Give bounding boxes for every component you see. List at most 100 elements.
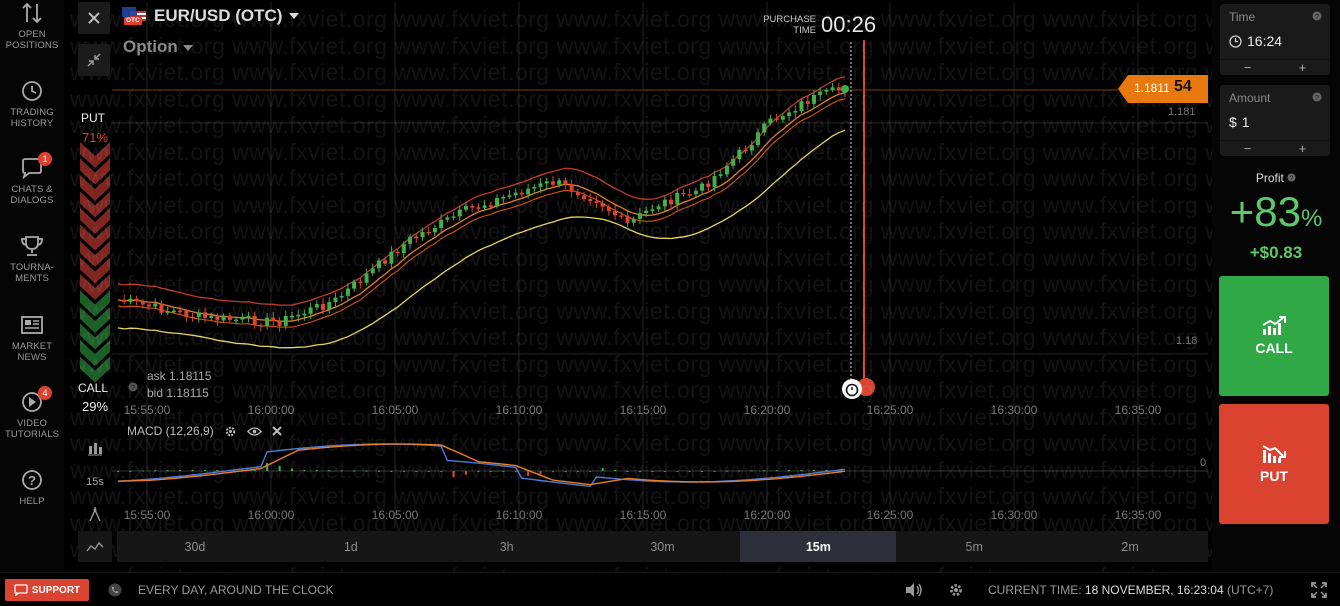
close-icon[interactable] (271, 426, 282, 436)
nav-label: VIDEO TUTORIALS (4, 418, 60, 440)
candle-body (774, 118, 779, 120)
timeframe-5m[interactable]: 5m (896, 531, 1052, 562)
expiry-markers (841, 40, 875, 399)
amount-increase-button[interactable]: + (1275, 141, 1330, 156)
timeframe-30d[interactable]: 30d (117, 531, 273, 562)
candle-body (308, 307, 313, 314)
indicator-icon (86, 541, 104, 551)
timeframe-30m[interactable]: 30m (585, 531, 741, 562)
candle-body (631, 218, 636, 223)
amount-input[interactable] (1241, 114, 1312, 130)
support-button[interactable]: SUPPORT (5, 579, 89, 601)
macd-histogram-bar (402, 471, 405, 472)
time-decrease-button[interactable]: − (1220, 60, 1275, 75)
nav-item-trophy[interactable]: TOURNA- MENTS (0, 235, 64, 284)
macd-histogram-bar (788, 470, 791, 472)
timeframe-15m[interactable]: 15m (740, 531, 897, 562)
macd-histogram-bar (328, 470, 331, 472)
chart-type-button[interactable] (80, 441, 110, 460)
help-icon[interactable]: ? (1312, 11, 1322, 21)
close-chart-button[interactable] (78, 2, 110, 34)
candle-body (321, 303, 326, 310)
current-time-value: 18 NOVEMBER, 16:23:04 (1084, 583, 1224, 597)
macd-histogram-bar (440, 471, 443, 472)
candle-body (314, 303, 319, 308)
profit-percent: +83% (1212, 188, 1340, 236)
candle-body (227, 315, 232, 320)
candle-body (544, 181, 549, 184)
candle-body (202, 312, 207, 318)
candle-body (283, 315, 288, 326)
candle-body (606, 206, 611, 211)
candle-body (401, 243, 406, 254)
candle-body (768, 118, 773, 124)
timeframe-3h[interactable]: 3h (429, 531, 585, 562)
macd-histogram-bar (353, 470, 356, 472)
price-chart[interactable]: 15:55:00 15:55:00 16:00:00 16:00:00 16:05:00… (0, 0, 1212, 530)
macd-histogram-bar (688, 471, 691, 472)
nav-item-arrows-updown[interactable]: OPEN POSITIONS (0, 2, 64, 51)
nav-item-help[interactable]: ? HELP (0, 469, 64, 507)
candle-body (345, 288, 350, 296)
compass-icon (89, 507, 101, 522)
caret-down-icon (182, 45, 193, 51)
fullscreen-icon[interactable] (1311, 582, 1327, 598)
nav-item-chat[interactable]: 1 CHATS & DIALOGS (0, 152, 64, 206)
nav-label: TRADING HISTORY (10, 107, 54, 129)
asset-selector[interactable]: OTC EUR/USD (OTC) (122, 4, 300, 28)
nav-label: TOURNA- MENTS (10, 262, 54, 284)
candle-body (451, 216, 456, 218)
gear-icon[interactable] (224, 425, 237, 438)
macd-histogram-bar (203, 469, 206, 471)
nav-item-news[interactable]: MARKET NEWS (0, 314, 64, 363)
indicators-button[interactable] (78, 531, 112, 562)
help-icon[interactable]: ? (1287, 173, 1296, 182)
timeframe-2m[interactable]: 2m (1052, 531, 1208, 562)
option-type-selector[interactable]: Option (123, 37, 193, 57)
candle-body (339, 295, 344, 298)
amount-decrease-button[interactable]: − (1220, 141, 1275, 156)
macd-histogram-bar (303, 470, 306, 472)
candle-body (805, 101, 810, 104)
nav-item-history[interactable]: TRADING HISTORY (0, 80, 64, 129)
volume-icon[interactable] (904, 582, 924, 598)
support-label: SUPPORT (31, 584, 81, 596)
candle-body (271, 317, 276, 322)
eye-icon[interactable] (246, 426, 262, 437)
candle-body (519, 192, 524, 195)
macd-histogram-bar (427, 471, 430, 472)
macd-histogram-bar (514, 471, 517, 473)
macd-histogram-bar (701, 470, 704, 472)
help-icon[interactable]: ? (128, 379, 138, 397)
drawing-tool-button[interactable] (80, 506, 110, 525)
time-value[interactable]: 16:24 (1229, 33, 1282, 49)
profit-label-row: Profit ? (1212, 171, 1340, 185)
candle-body (153, 303, 158, 307)
timeframe-1d[interactable]: 1d (273, 531, 429, 562)
candle-body (538, 183, 543, 187)
amount-currency: $ (1229, 114, 1237, 130)
footer-bar: SUPPORT EVERY DAY, AROUND THE CLOCK CURR… (0, 572, 1340, 606)
candle-body (432, 228, 437, 233)
put-button[interactable]: PUT (1219, 404, 1329, 524)
macd-histogram-bar (725, 470, 728, 472)
settings-icon[interactable] (948, 582, 964, 598)
candle-body (352, 281, 357, 289)
time-increase-button[interactable]: + (1275, 60, 1330, 75)
candle-body (482, 205, 487, 208)
candle-body (743, 149, 748, 152)
candle-body (457, 209, 462, 217)
macd-histogram-bar (141, 470, 144, 472)
nav-label: OPEN POSITIONS (5, 29, 59, 51)
call-button[interactable]: CALL (1219, 276, 1329, 396)
minimize-chart-button[interactable] (78, 44, 110, 76)
svg-text:?: ? (1315, 14, 1319, 21)
macd-histogram-bar (663, 471, 666, 472)
candle-body (190, 316, 195, 319)
bid-price: bid 1.18115 (147, 386, 209, 400)
interval-button[interactable]: 15s (80, 476, 110, 488)
candle-body (824, 89, 829, 92)
nav-item-play[interactable]: 4 VIDEO TUTORIALS (0, 386, 64, 440)
help-icon[interactable]: ? (1312, 92, 1322, 102)
candle-body (196, 312, 201, 317)
